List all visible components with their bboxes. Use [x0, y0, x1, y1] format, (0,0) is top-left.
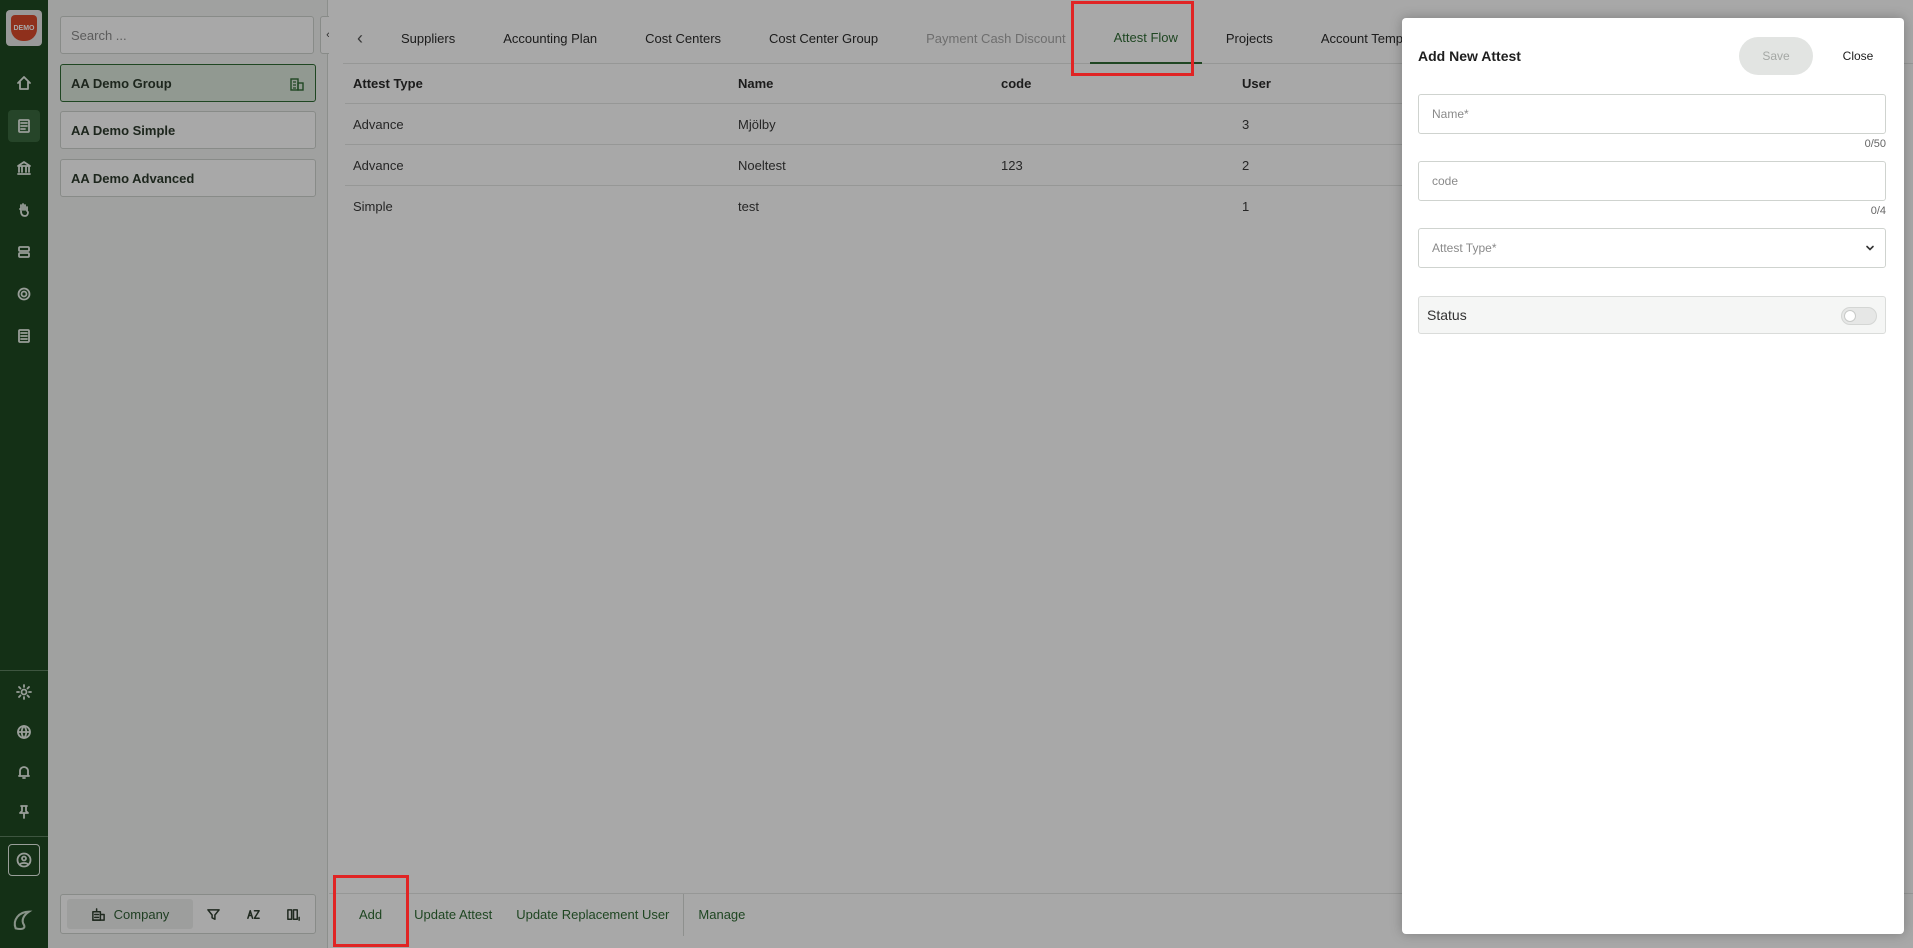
status-row: Status	[1418, 296, 1886, 334]
close-button[interactable]: Close	[1826, 37, 1890, 75]
save-button[interactable]: Save	[1739, 37, 1813, 75]
code-field[interactable]	[1418, 161, 1886, 201]
drawer-title: Add New Attest	[1418, 48, 1521, 64]
name-field[interactable]	[1418, 94, 1886, 134]
status-toggle[interactable]	[1841, 307, 1877, 325]
highlight-add-button	[333, 875, 409, 947]
toggle-knob	[1844, 310, 1856, 322]
add-attest-drawer: Add New Attest Save Close 0/50 0/4 Attes…	[1402, 18, 1904, 934]
chevron-down-icon	[1866, 245, 1874, 251]
highlight-attest-flow-tab	[1071, 1, 1194, 76]
status-label: Status	[1427, 307, 1467, 323]
attest-type-placeholder: Attest Type*	[1432, 241, 1497, 255]
attest-type-select[interactable]: Attest Type*	[1418, 228, 1886, 268]
name-char-counter: 0/50	[1864, 138, 1886, 150]
code-char-counter: 0/4	[1870, 205, 1886, 217]
